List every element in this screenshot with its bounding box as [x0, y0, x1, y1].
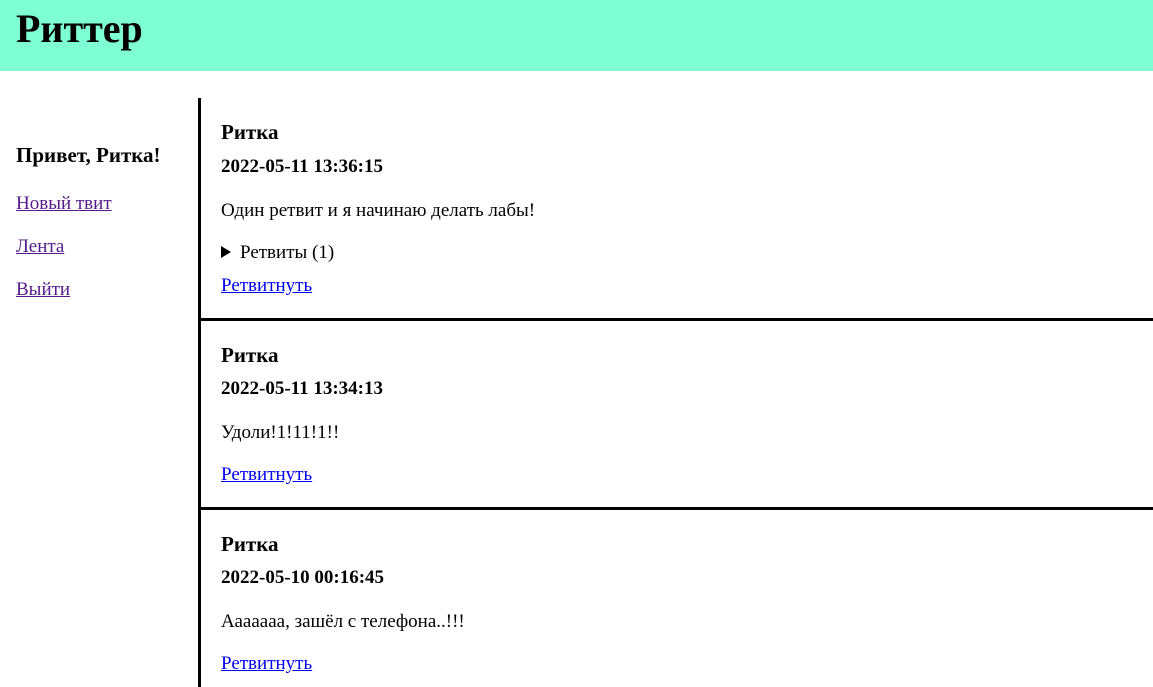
tweet-text: Удоли!1!11!1!! — [221, 422, 340, 443]
tweet-text: Ааааааа, зашёл с телефона..!!! — [221, 611, 465, 632]
sidebar: Привет, Ритка! Новый твит Лента Выйти — [16, 143, 196, 300]
tweet-timestamp: 2022-05-11 13:36:15 — [221, 156, 384, 177]
app-header: Риттер — [0, 0, 1153, 71]
tweet-text: Один ретвит и я начинаю делать лабы! — [221, 200, 536, 221]
tweet-card: Ритка 2022-05-11 13:36:15 Один ретвит и … — [201, 98, 1153, 318]
disclosure-triangle-icon — [221, 246, 231, 258]
retweet-button[interactable]: Ретвитнуть — [221, 653, 312, 675]
new-tweet-link[interactable]: Новый твит — [16, 193, 112, 215]
greeting: Привет, Ритка! — [16, 143, 161, 167]
logout-link[interactable]: Выйти — [16, 279, 70, 301]
tweet-author: Ритка — [221, 532, 279, 556]
retweet-button[interactable]: Ретвитнуть — [221, 275, 312, 297]
retweet-button[interactable]: Ретвитнуть — [221, 464, 312, 486]
app-title: Риттер — [16, 6, 143, 51]
feed: Ритка 2022-05-11 13:36:15 Один ретвит и … — [198, 98, 1153, 687]
feed-link[interactable]: Лента — [16, 236, 64, 258]
tweet-card: Ритка 2022-05-10 00:16:45 Ааааааа, зашёл… — [201, 510, 1153, 687]
tweet-author: Ритка — [221, 343, 279, 367]
tweet-timestamp: 2022-05-11 13:34:13 — [221, 378, 384, 399]
retweets-toggle[interactable]: Ретвиты (1) — [221, 242, 334, 264]
tweet-card: Ритка 2022-05-11 13:34:13 Удоли!1!11!1!!… — [201, 321, 1153, 507]
tweet-author: Ритка — [221, 120, 279, 144]
retweets-label: Ретвиты (1) — [240, 242, 335, 263]
tweet-timestamp: 2022-05-10 00:16:45 — [221, 567, 385, 588]
